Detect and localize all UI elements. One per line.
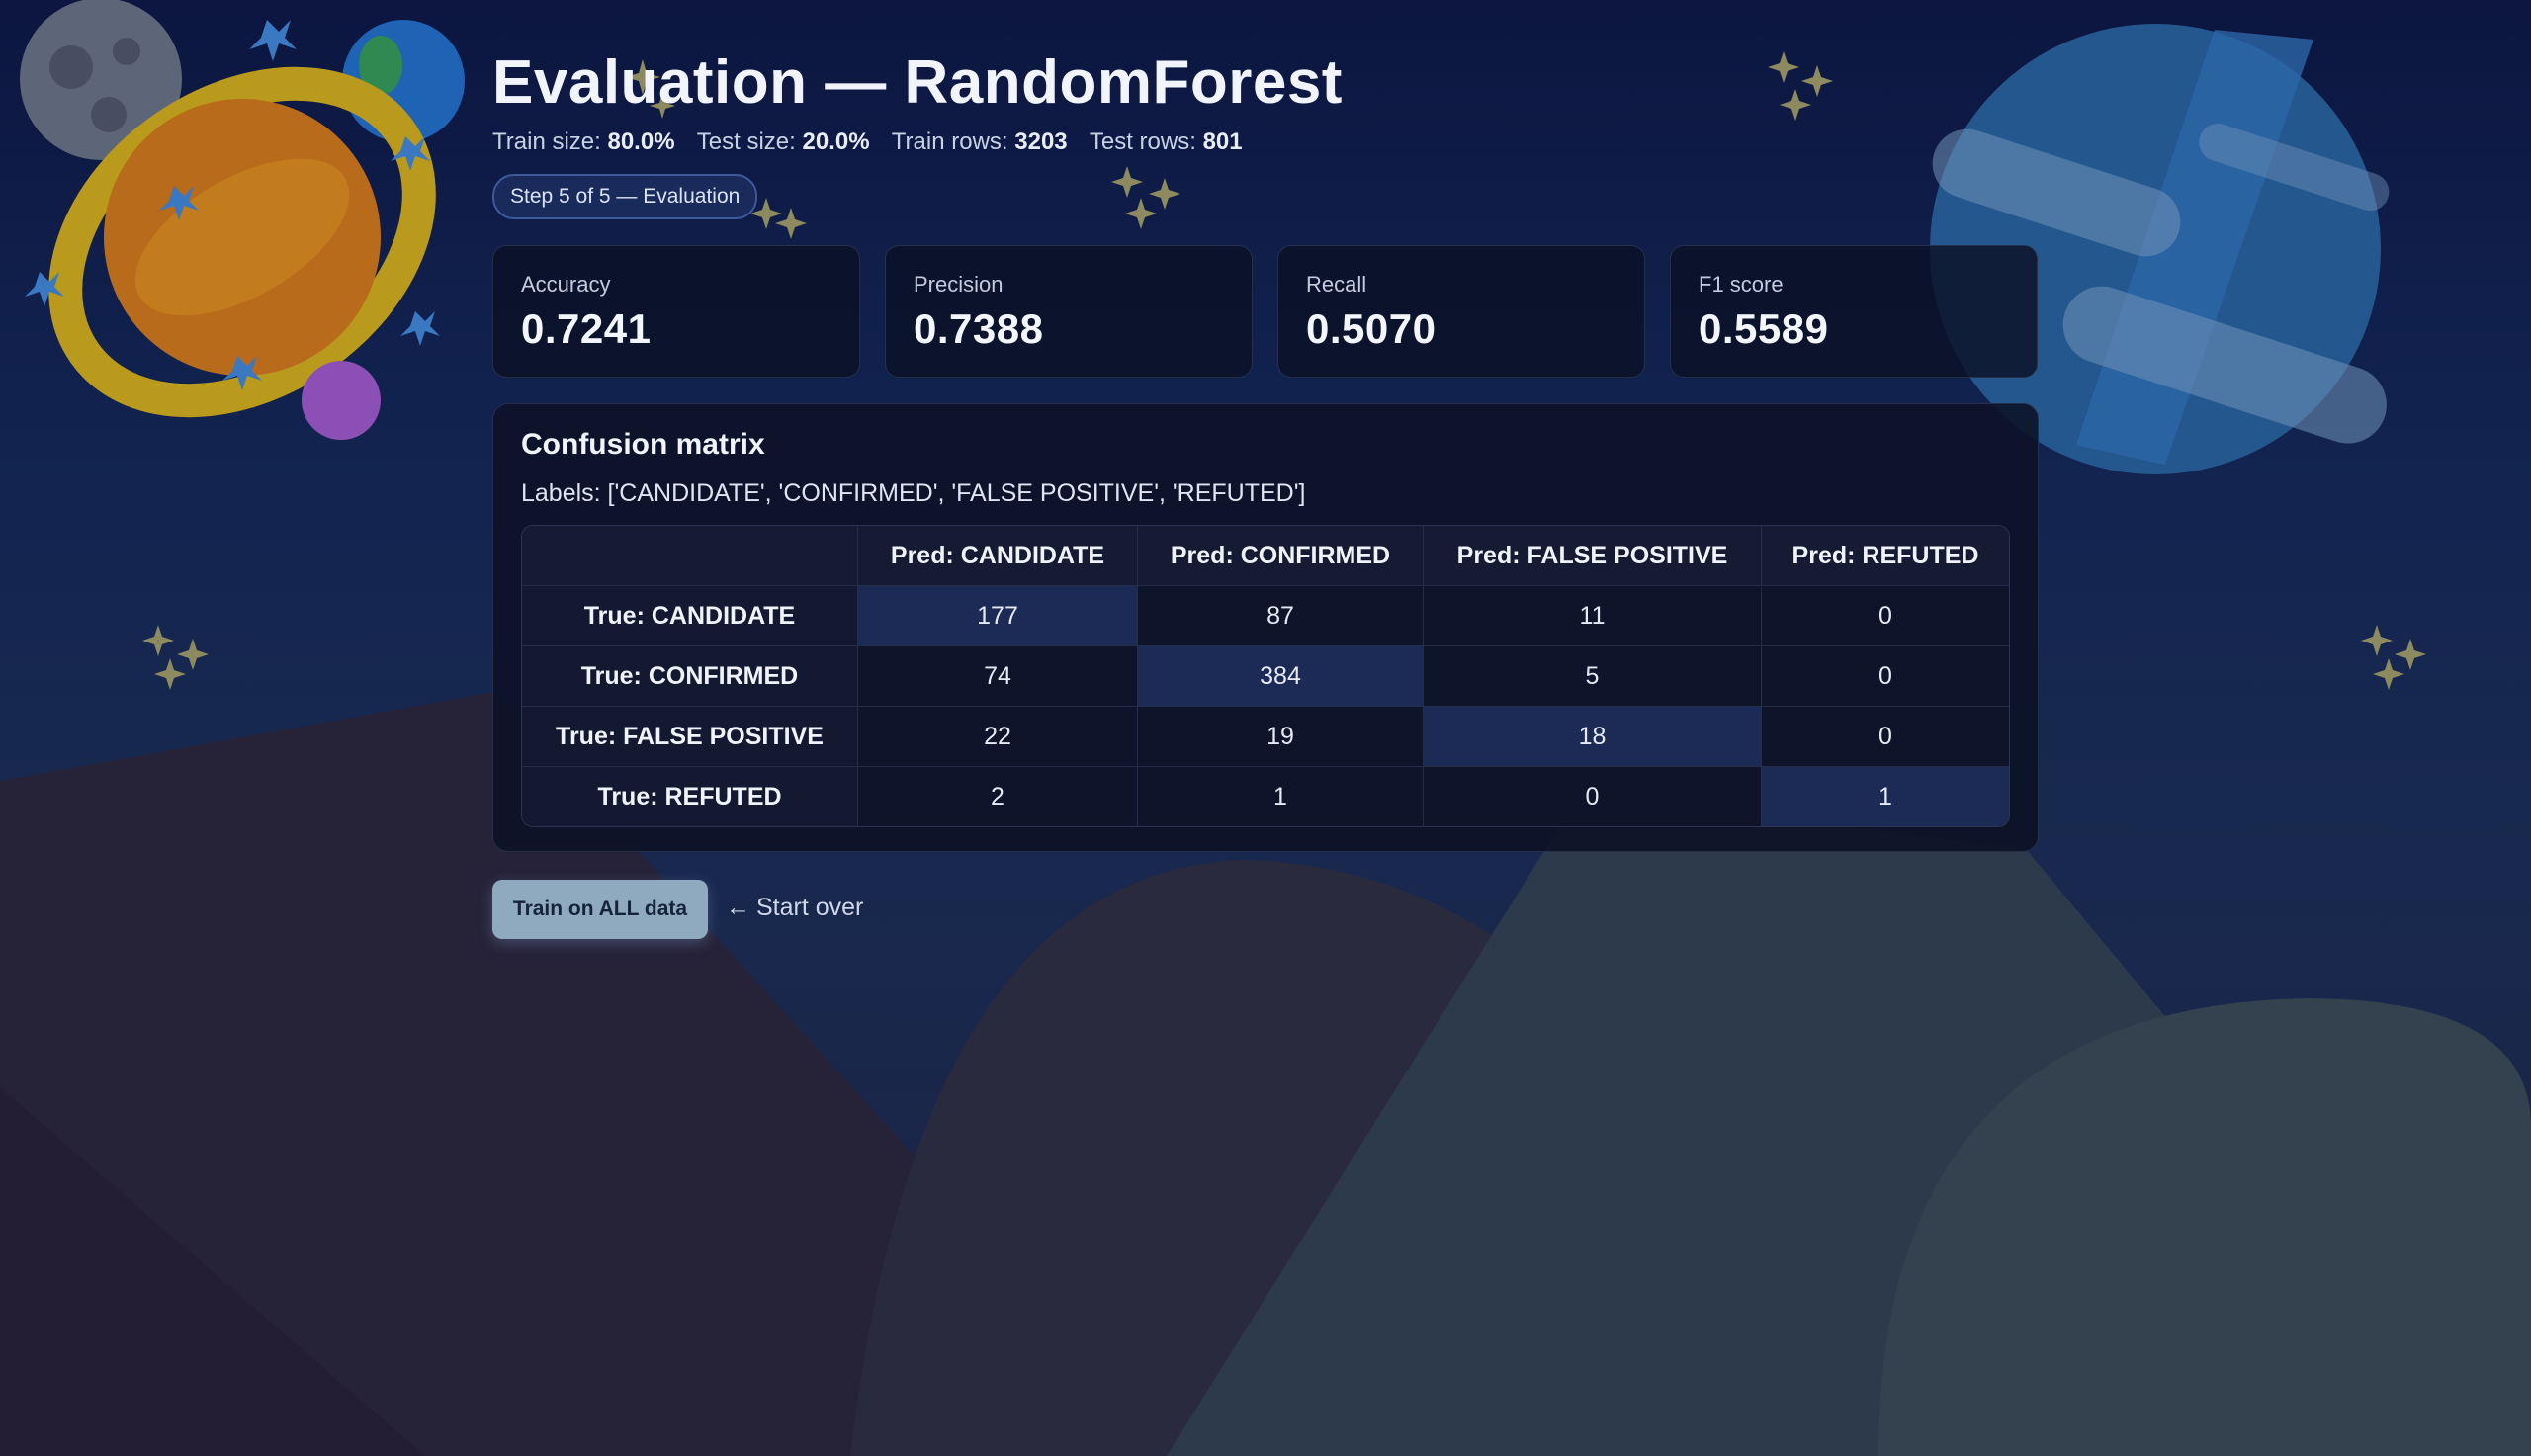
matrix-cell: 22 (858, 707, 1138, 767)
table-row: True: CANDIDATE 177 87 11 0 (522, 586, 2009, 646)
train-on-all-data-button[interactable]: Train on ALL data (492, 880, 708, 939)
start-over-label: Start over (756, 894, 864, 921)
page-title: Evaluation — RandomForest (492, 48, 1343, 117)
arrow-left-icon: ← (726, 894, 750, 921)
matrix-cell: 11 (1424, 586, 1762, 646)
column-header: Pred: CANDIDATE (858, 526, 1138, 586)
matrix-cell: 19 (1138, 707, 1424, 767)
precision-value: 0.7388 (914, 305, 1044, 352)
row-header: True: CONFIRMED (522, 646, 858, 707)
matrix-cell: 87 (1138, 586, 1424, 646)
matrix-cell: 0 (1762, 586, 2009, 646)
table-row: True: FALSE POSITIVE 22 19 18 0 (522, 707, 2009, 767)
matrix-cell: 2 (858, 767, 1138, 826)
confusion-matrix-title: Confusion matrix (521, 428, 765, 461)
precision-label: Precision (914, 272, 1004, 297)
precision-card: Precision 0.7388 (885, 245, 1253, 378)
matrix-cell: 5 (1424, 646, 1762, 707)
train-size-label: Train size: (492, 128, 601, 155)
train-rows-value: 3203 (1014, 128, 1068, 155)
recall-label: Recall (1306, 272, 1367, 297)
row-header: True: FALSE POSITIVE (522, 707, 858, 767)
train-size-stat: Train size: 80.0% (492, 128, 675, 155)
matrix-cell: 74 (858, 646, 1138, 707)
row-header: True: REFUTED (522, 767, 858, 826)
matrix-cell-diagonal: 1 (1762, 767, 2009, 826)
table-row: True: REFUTED 2 1 0 1 (522, 767, 2009, 826)
matrix-cell-diagonal: 177 (858, 586, 1138, 646)
split-summary: Train size: 80.0% Test size: 20.0% Train… (492, 128, 1259, 156)
confusion-matrix-table: Pred: CANDIDATE Pred: CONFIRMED Pred: FA… (521, 525, 2010, 827)
train-rows-stat: Train rows: 3203 (892, 128, 1068, 155)
test-size-stat: Test size: 20.0% (697, 128, 870, 155)
matrix-cell: 0 (1762, 707, 2009, 767)
accuracy-value: 0.7241 (521, 305, 652, 352)
train-size-value: 80.0% (607, 128, 675, 155)
recall-card: Recall 0.5070 (1277, 245, 1645, 378)
table-row: True: CONFIRMED 74 384 5 0 (522, 646, 2009, 707)
test-rows-label: Test rows: (1089, 128, 1196, 155)
matrix-cell-diagonal: 384 (1138, 646, 1424, 707)
evaluation-page: Evaluation — RandomForest Train size: 80… (0, 0, 2531, 1456)
start-over-link[interactable]: ← Start over (726, 894, 863, 922)
f1-score-label: F1 score (1699, 272, 1784, 297)
f1-score-value: 0.5589 (1699, 305, 1829, 352)
accuracy-card: Accuracy 0.7241 (492, 245, 860, 378)
test-rows-stat: Test rows: 801 (1090, 128, 1243, 155)
step-badge: Step 5 of 5 — Evaluation (492, 174, 758, 219)
table-header-row: Pred: CANDIDATE Pred: CONFIRMED Pred: FA… (522, 526, 2009, 586)
matrix-cell: 0 (1424, 767, 1762, 826)
test-size-value: 20.0% (802, 128, 870, 155)
column-header: Pred: REFUTED (1762, 526, 2009, 586)
confusion-matrix-labels: Labels: ['CANDIDATE', 'CONFIRMED', 'FALS… (521, 479, 1306, 507)
row-header: True: CANDIDATE (522, 586, 858, 646)
matrix-cell: 1 (1138, 767, 1424, 826)
column-header: Pred: CONFIRMED (1138, 526, 1424, 586)
test-size-label: Test size: (696, 128, 796, 155)
accuracy-label: Accuracy (521, 272, 611, 297)
train-rows-label: Train rows: (891, 128, 1008, 155)
test-rows-value: 801 (1202, 128, 1243, 155)
f1-score-card: F1 score 0.5589 (1670, 245, 2038, 378)
corner-cell (522, 526, 858, 586)
recall-value: 0.5070 (1306, 305, 1437, 352)
matrix-cell-diagonal: 18 (1424, 707, 1762, 767)
confusion-matrix-panel: Confusion matrix Labels: ['CANDIDATE', '… (492, 403, 2039, 852)
column-header: Pred: FALSE POSITIVE (1424, 526, 1762, 586)
matrix-cell: 0 (1762, 646, 2009, 707)
